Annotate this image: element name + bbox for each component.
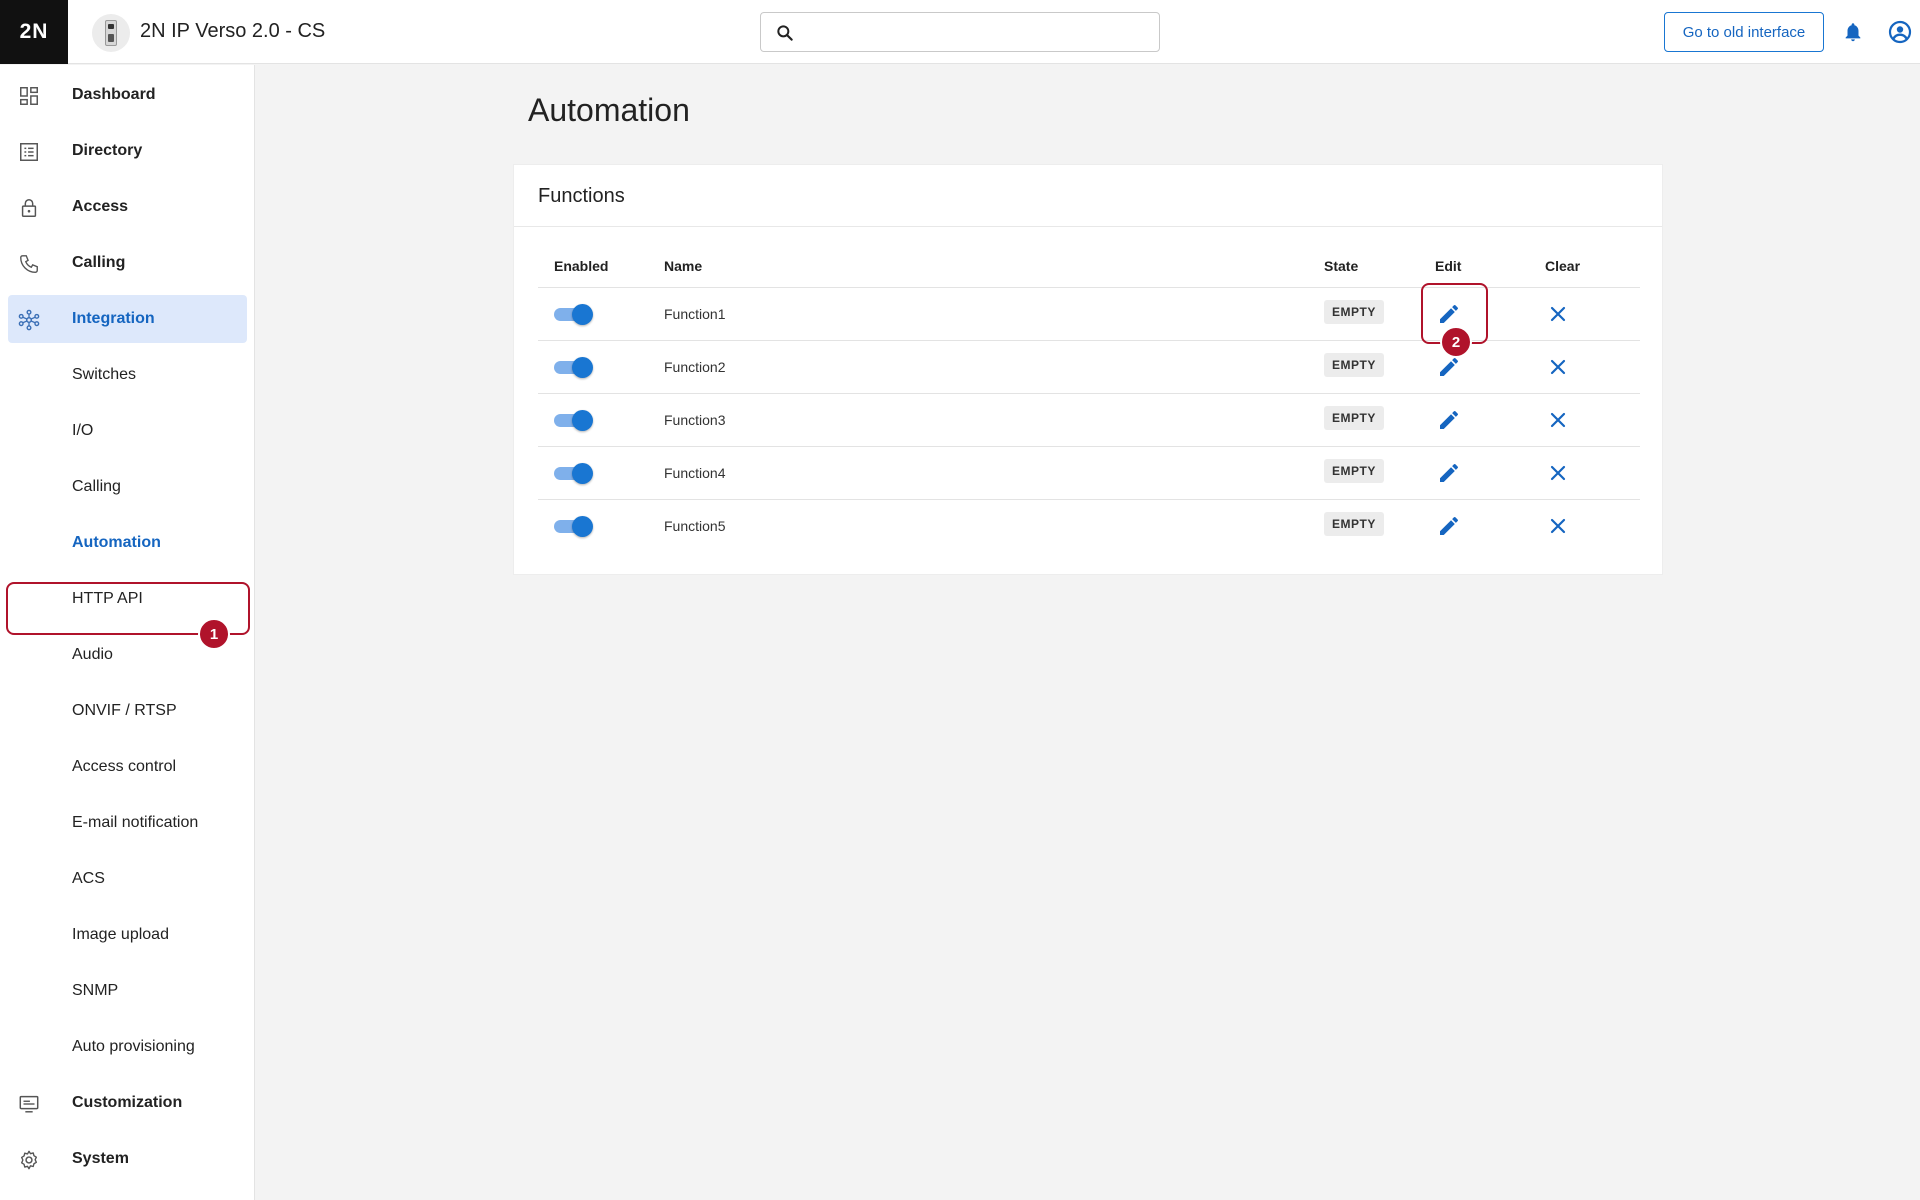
sidebar-subitem-automation[interactable]: Automation	[8, 519, 247, 567]
brand-logo[interactable]: 2N	[0, 0, 68, 64]
sidebar-item-label: Dashboard	[72, 86, 156, 103]
dashboard-icon	[20, 87, 38, 105]
sidebar-item-directory[interactable]: Directory	[8, 127, 247, 175]
card-title: Functions	[538, 185, 625, 207]
clear-x-icon[interactable]	[1546, 302, 1570, 326]
column-header-name: Name	[664, 258, 703, 274]
state-badge: EMPTY	[1324, 353, 1384, 377]
state-badge: EMPTY	[1324, 406, 1384, 430]
state-badge: EMPTY	[1324, 300, 1384, 324]
go-to-old-interface-button[interactable]: Go to old interface	[1664, 12, 1824, 52]
sidebar-subitem-label: Calling	[72, 478, 121, 495]
sidebar: Dashboard Directory Access Calling Integ…	[0, 65, 255, 1200]
page-title: Automation	[528, 92, 690, 128]
search-input[interactable]	[801, 13, 1151, 51]
sidebar-item-access[interactable]: Access	[8, 183, 247, 231]
sidebar-item-integration[interactable]: Integration	[8, 295, 247, 343]
monitor-icon	[19, 1095, 39, 1113]
sidebar-item-label: Directory	[72, 142, 143, 159]
column-header-state: State	[1324, 258, 1359, 274]
sidebar-subitem-snmp[interactable]: SNMP	[8, 967, 247, 1015]
lock-icon	[21, 199, 37, 217]
function-name: Function4	[664, 465, 726, 481]
column-header-clear: Clear	[1545, 258, 1581, 274]
table-row: Function3 EMPTY	[538, 393, 1640, 446]
clear-x-icon[interactable]	[1546, 514, 1570, 538]
phone-icon	[20, 255, 38, 273]
state-badge: EMPTY	[1324, 512, 1384, 536]
functions-card: Functions Enabled Name State Edit Clear …	[513, 164, 1663, 575]
sidebar-subitem-label: Access control	[72, 758, 177, 775]
sidebar-subitem-auto-provisioning[interactable]: Auto provisioning	[8, 1023, 247, 1071]
edit-pencil-icon[interactable]	[1437, 461, 1461, 485]
sidebar-subitem-onvif-rtsp[interactable]: ONVIF / RTSP	[8, 687, 247, 735]
sidebar-item-calling[interactable]: Calling	[8, 239, 247, 287]
sidebar-subitem-label: Auto provisioning	[72, 1038, 195, 1055]
edit-pencil-icon[interactable]	[1437, 408, 1461, 432]
sidebar-subitem-label: ACS	[72, 870, 105, 887]
sidebar-item-label: System	[72, 1150, 129, 1167]
sidebar-item-label: Access	[72, 198, 129, 215]
sidebar-subitem-switches[interactable]: Switches	[8, 351, 247, 399]
function-name: Function3	[664, 412, 726, 428]
sidebar-item-system[interactable]: System	[8, 1135, 247, 1183]
sidebar-subitem-label: ONVIF / RTSP	[72, 702, 177, 719]
sidebar-subitem-label: Audio	[72, 646, 113, 663]
sidebar-subitem-email-notification[interactable]: E-mail notification	[8, 799, 247, 847]
sidebar-item-label: Calling	[72, 254, 126, 271]
sidebar-subitem-label: Image upload	[72, 926, 169, 943]
sidebar-subitem-label: E-mail notification	[72, 814, 199, 831]
function-name: Function2	[664, 359, 726, 375]
enabled-toggle[interactable]	[554, 516, 593, 537]
sidebar-subitem-label: Switches	[72, 366, 137, 383]
sidebar-item-label: Integration	[72, 310, 155, 327]
edit-pencil-icon[interactable]	[1437, 355, 1461, 379]
sidebar-item-customization[interactable]: Customization	[8, 1079, 247, 1127]
sidebar-subitem-io[interactable]: I/O	[8, 407, 247, 455]
sidebar-item-label: Customization	[72, 1094, 183, 1111]
integration-icon	[18, 309, 40, 331]
sidebar-subitem-acs[interactable]: ACS	[8, 855, 247, 903]
enabled-toggle[interactable]	[554, 410, 593, 431]
sidebar-subitem-image-upload[interactable]: Image upload	[8, 911, 247, 959]
function-name: Function1	[664, 306, 726, 322]
annotation-badge-2: 2	[1440, 326, 1472, 358]
table-row: Function5 EMPTY	[538, 499, 1640, 552]
function-name: Function5	[664, 518, 726, 534]
sidebar-subitem-label: Automation	[72, 534, 161, 551]
sidebar-subitem-label: I/O	[72, 422, 94, 439]
search-box[interactable]	[760, 12, 1160, 52]
top-bar: 2N 2N IP Verso 2.0 - CS Go to old interf…	[0, 0, 1920, 64]
account-icon[interactable]	[1888, 20, 1912, 44]
app-title: 2N IP Verso 2.0 - CS	[140, 20, 326, 42]
sidebar-subitem-access-control[interactable]: Access control	[8, 743, 247, 791]
sidebar-subitem-label: SNMP	[72, 982, 119, 999]
table-row: Function4 EMPTY	[538, 446, 1640, 499]
clear-x-icon[interactable]	[1546, 461, 1570, 485]
device-avatar-icon	[92, 14, 130, 52]
annotation-badge-1: 1	[198, 618, 230, 650]
table-row: Function2 EMPTY	[538, 340, 1640, 393]
enabled-toggle[interactable]	[554, 463, 593, 484]
column-header-edit: Edit	[1435, 258, 1462, 274]
clear-x-icon[interactable]	[1546, 355, 1570, 379]
sidebar-item-dashboard[interactable]: Dashboard	[8, 71, 247, 119]
column-header-enabled: Enabled	[554, 258, 609, 274]
enabled-toggle[interactable]	[554, 304, 593, 325]
enabled-toggle[interactable]	[554, 357, 593, 378]
gear-icon	[20, 1150, 38, 1170]
state-badge: EMPTY	[1324, 459, 1384, 483]
edit-pencil-icon[interactable]	[1437, 514, 1461, 538]
sidebar-subitem-calling[interactable]: Calling	[8, 463, 247, 511]
directory-icon	[20, 143, 38, 161]
search-icon	[777, 25, 793, 41]
bell-icon[interactable]	[1842, 20, 1864, 44]
clear-x-icon[interactable]	[1546, 408, 1570, 432]
card-divider	[514, 226, 1662, 227]
